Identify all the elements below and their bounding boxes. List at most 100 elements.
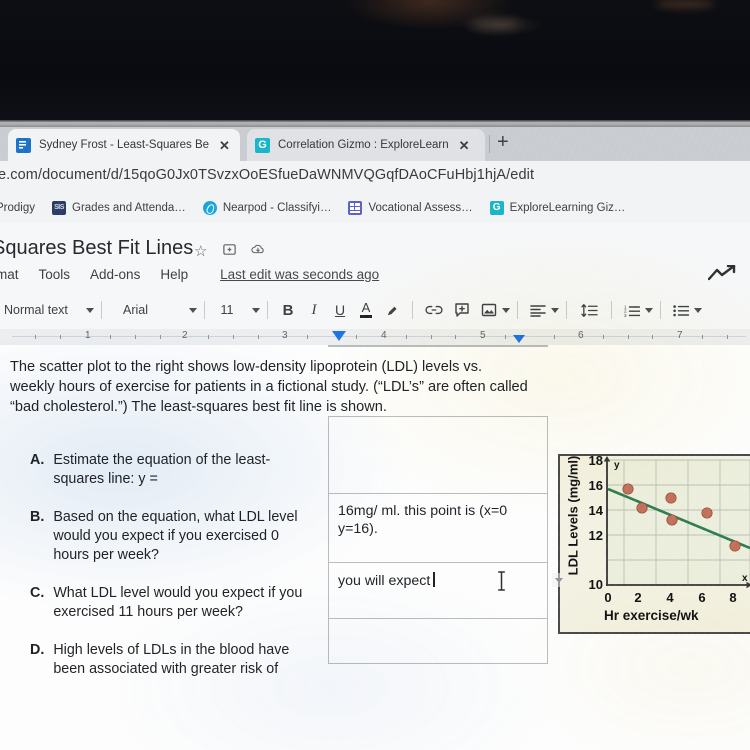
- chevron-down-icon[interactable]: [645, 307, 653, 313]
- scatter-plot-figure: 18 16 14 12 10 0 2 4 6 8 y x LDL Levels …: [558, 454, 750, 634]
- text-color-letter: A: [361, 300, 371, 315]
- close-icon[interactable]: ✕: [459, 139, 470, 152]
- y-axis-label: LDL Levels (mg/ml): [565, 455, 581, 576]
- question-label: A.: [30, 452, 45, 468]
- tab-title: Sydney Frost - Least-Squares Be: [39, 139, 210, 151]
- answer-b-text: 16mg/ ml. this point is (x=0 y=16).: [338, 503, 508, 537]
- answer-c-text: you will expect: [338, 573, 431, 589]
- tab-title: Correlation Gizmo : ExploreLearn: [278, 139, 449, 151]
- insert-link-button[interactable]: [420, 303, 448, 317]
- highlighter-icon: [387, 306, 397, 315]
- toolbar-divider: [101, 301, 102, 319]
- chevron-down-icon[interactable]: [189, 307, 197, 313]
- font-size-selector[interactable]: 11: [212, 303, 242, 317]
- bookmark-grades[interactable]: SIS Grades and Attenda…: [46, 199, 192, 217]
- x-tick-8: 8: [729, 590, 736, 605]
- menu-format[interactable]: ormat: [0, 267, 19, 282]
- underline-button[interactable]: U: [327, 302, 353, 318]
- align-button[interactable]: [525, 304, 551, 317]
- menu-addons[interactable]: Add-ons: [90, 267, 140, 282]
- chevron-down-icon[interactable]: [252, 307, 260, 313]
- y-tick-labels: 18 16 14 12 10: [589, 456, 604, 592]
- cloud-glyph: [251, 244, 264, 254]
- photo-dark-border: [0, 0, 750, 126]
- text-color-button[interactable]: A: [353, 300, 379, 318]
- bookmark-nearpod[interactable]: Nearpod - Classifyi…: [197, 199, 338, 217]
- question-b: B. Based on the equation, what LDL level…: [30, 508, 305, 565]
- tab-divider: [489, 135, 490, 153]
- move-to-folder-icon[interactable]: [222, 242, 237, 260]
- star-icon[interactable]: ☆: [194, 242, 207, 260]
- ruler-number: 3: [282, 330, 288, 341]
- highlight-color-button[interactable]: [379, 303, 405, 318]
- paragraph-style-selector[interactable]: Normal text: [0, 303, 86, 317]
- right-indent-marker[interactable]: [513, 335, 525, 343]
- bookmark-label: Grades and Attenda…: [72, 202, 186, 214]
- browser-tab-1[interactable]: Sydney Frost - Least-Squares Be ✕: [8, 129, 240, 161]
- bookmark-label: Vocational Assess…: [368, 202, 473, 214]
- screen-content: Sydney Frost - Least-Squares Be ✕ G Corr…: [0, 127, 750, 750]
- add-comment-button[interactable]: [448, 302, 476, 318]
- question-text: Based on the equation, what LDL level wo…: [53, 509, 298, 563]
- bold-button[interactable]: B: [275, 302, 301, 319]
- toolbar-divider: [660, 301, 661, 319]
- insert-image-icon: [481, 303, 497, 317]
- bulleted-list-button[interactable]: [668, 304, 694, 317]
- close-icon[interactable]: ✕: [219, 139, 230, 152]
- intro-paragraph: The scatter plot to the right shows low-…: [10, 359, 528, 415]
- x-axis-label: Hr exercise/wk: [604, 608, 699, 623]
- menu-help[interactable]: Help: [160, 267, 188, 282]
- i-beam-mouse-cursor: [498, 571, 505, 591]
- chevron-down-icon[interactable]: [551, 307, 559, 313]
- y-tick-18: 18: [589, 456, 603, 468]
- ruler-number: 6: [578, 330, 584, 341]
- chevron-down-icon[interactable]: [552, 573, 566, 587]
- italic-button[interactable]: I: [301, 302, 327, 319]
- data-point: [622, 483, 634, 495]
- gizmo-g-icon: G: [255, 137, 270, 153]
- font-family-selector[interactable]: Arial: [109, 303, 189, 317]
- y-axis-arrow: [603, 456, 611, 462]
- insert-image-button[interactable]: [476, 303, 502, 317]
- last-edit-status[interactable]: Last edit was seconds ago: [220, 267, 379, 282]
- numbered-list-icon: 1 2 3: [624, 304, 640, 317]
- new-tab-button[interactable]: +: [497, 132, 509, 152]
- bookmark-explorelearning[interactable]: G ExploreLearning Giz…: [484, 199, 632, 217]
- docs-ruler[interactable]: 1 2 3 4 5 6 7: [0, 329, 750, 345]
- bookmark-prodigy[interactable]: Prodigy: [0, 200, 41, 216]
- ruler-number: 7: [677, 330, 683, 341]
- chevron-down-icon[interactable]: [86, 307, 94, 313]
- toolbar-divider: [517, 301, 518, 319]
- answer-table: [328, 345, 548, 347]
- question-label: D.: [30, 642, 45, 658]
- answer-cell-b[interactable]: 16mg/ ml. this point is (x=0 y=16).: [329, 494, 547, 563]
- menu-tools[interactable]: Tools: [39, 267, 71, 282]
- address-bar[interactable]: e.com/document/d/15qoG0Jx0TSvzxOoESfueDa…: [0, 161, 750, 193]
- question-text: High levels of LDLs in the blood have be…: [53, 642, 290, 677]
- line-spacing-button[interactable]: [574, 303, 604, 318]
- bookmark-vocational[interactable]: Vocational Assess…: [342, 199, 478, 217]
- x-axis-symbol: x: [742, 573, 748, 584]
- url-text: e.com/document/d/15qoG0Jx0TSvzxOoESfueDa…: [0, 167, 535, 183]
- answer-cell-c[interactable]: you will expect: [329, 563, 566, 619]
- y-tick-14: 14: [589, 503, 604, 518]
- answer-cell-d[interactable]: [329, 619, 547, 663]
- cloud-status-icon[interactable]: [250, 242, 266, 260]
- chevron-down-icon[interactable]: [694, 307, 702, 313]
- data-point: [665, 492, 677, 504]
- answer-cell-a[interactable]: [329, 417, 547, 494]
- document-title[interactable]: Squares Best Fit Lines: [0, 237, 193, 260]
- y-tick-12: 12: [589, 528, 603, 543]
- numbered-list-button[interactable]: 1 2 3: [619, 304, 645, 317]
- docs-toolbar: Normal text Arial 11 B I U A 1 2 3: [0, 293, 750, 327]
- question-label: B.: [30, 509, 45, 525]
- chevron-down-icon[interactable]: [502, 307, 510, 313]
- left-indent-marker[interactable]: [332, 331, 346, 341]
- trending-up-icon[interactable]: [708, 265, 736, 281]
- ruler-line: [12, 336, 746, 337]
- data-point: [636, 502, 648, 514]
- toolbar-divider: [204, 301, 205, 319]
- data-point: [666, 514, 678, 526]
- sis-icon: SIS: [52, 201, 66, 215]
- browser-tab-2[interactable]: G Correlation Gizmo : ExploreLearn ✕: [247, 129, 485, 161]
